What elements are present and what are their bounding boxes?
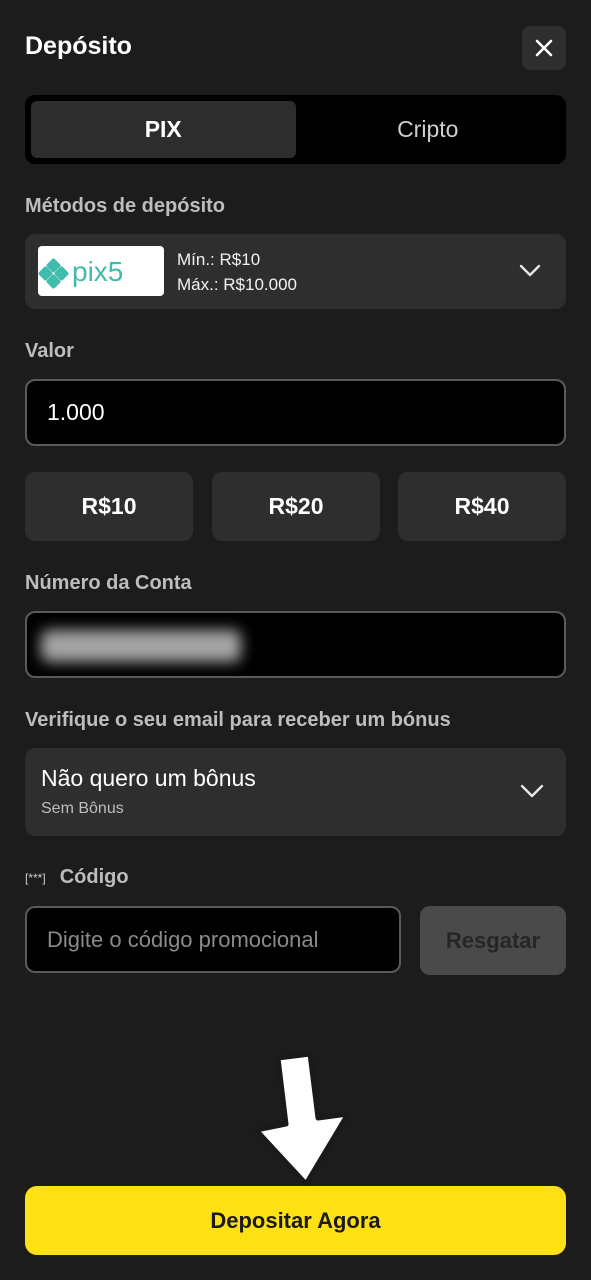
redeem-button[interactable]: Resgatar — [420, 906, 566, 975]
payment-tabs: PIX Cripto — [25, 95, 566, 164]
code-label-row: [***] Código — [25, 866, 129, 889]
quick-amount-10[interactable]: R$10 — [25, 472, 193, 541]
bonus-selected: Não quero um bônus — [41, 765, 256, 791]
method-max: Máx.: R$10.000 — [177, 275, 298, 294]
amount-label: Valor — [25, 340, 74, 362]
page-title: Depósito — [25, 32, 132, 60]
redacted-account-number — [41, 630, 241, 662]
tab-pix[interactable]: PIX — [31, 101, 296, 158]
chevron-down-icon — [520, 784, 544, 798]
pix-logo: pix5 — [38, 246, 164, 296]
account-number-input[interactable] — [25, 611, 566, 678]
deposit-method-select[interactable]: pix5 Mín.: R$10 Máx.: R$10.000 — [25, 234, 566, 309]
close-icon — [535, 39, 553, 57]
account-number-label: Número da Conta — [25, 572, 192, 594]
promo-code-input[interactable]: Digite o código promocional — [25, 906, 401, 973]
quick-amount-40[interactable]: R$40 — [398, 472, 566, 541]
tab-cripto[interactable]: Cripto — [296, 101, 561, 158]
deposit-methods-label: Métodos de depósito — [25, 195, 225, 217]
bonus-label: Verifique o seu email para receber um bó… — [25, 709, 451, 731]
pix-logo-text: pix5 — [72, 256, 123, 287]
code-label: Código — [59, 866, 129, 888]
close-button[interactable] — [522, 26, 566, 70]
bonus-select[interactable]: Não quero um bônus Sem Bônus — [25, 748, 566, 836]
arrow-down-icon — [253, 1052, 351, 1187]
deposit-now-button[interactable]: Depositar Agora — [25, 1186, 566, 1255]
header: Depósito — [25, 26, 566, 70]
chevron-down-icon — [519, 264, 541, 277]
bonus-sub: Sem Bônus — [41, 800, 124, 817]
promo-code-placeholder: Digite o código promocional — [47, 927, 319, 952]
amount-value: 1.000 — [47, 399, 105, 425]
amount-input[interactable]: 1.000 — [25, 379, 566, 446]
quick-amount-20[interactable]: R$20 — [212, 472, 380, 541]
method-min: Mín.: R$10 — [177, 250, 261, 269]
method-limits: Mín.: R$10 Máx.: R$10.000 — [177, 247, 297, 297]
code-icon: [***] — [25, 870, 46, 885]
